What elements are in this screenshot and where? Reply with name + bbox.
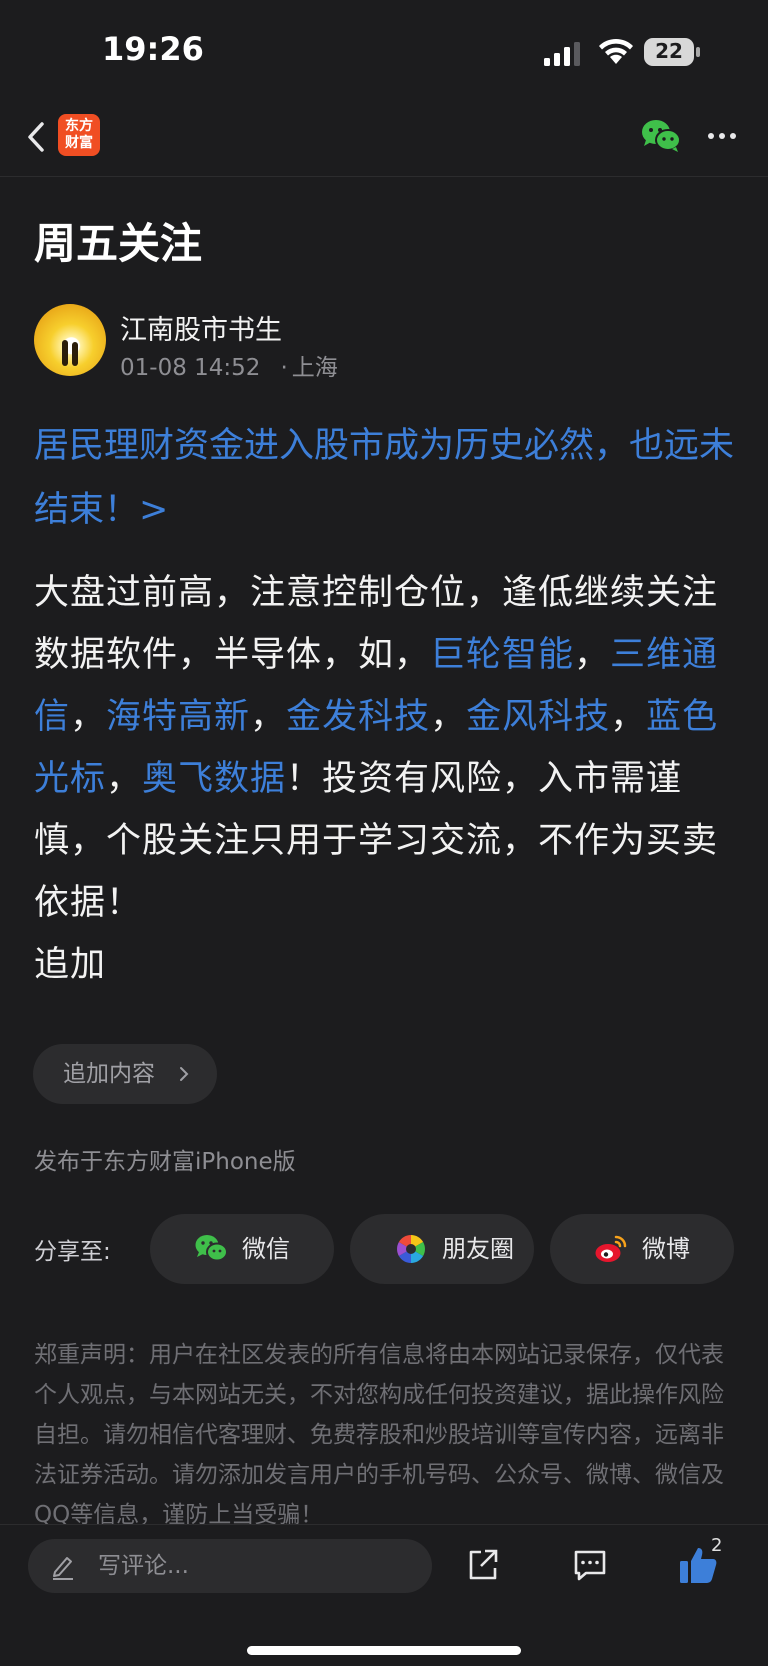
pen-icon	[53, 1557, 73, 1580]
post-datetime: 01-08 14:52	[120, 355, 261, 381]
post-meta: 01-08 14:52 · 上海	[120, 348, 338, 382]
separator: ，	[106, 759, 143, 799]
wechat-icon[interactable]	[640, 118, 682, 154]
stock-link[interactable]: 金发科技	[286, 697, 430, 737]
share-wechat-label: 微信	[242, 1235, 290, 1263]
author-name[interactable]: 江南股市书生	[120, 308, 282, 347]
wechat-icon	[195, 1235, 228, 1262]
separator: ，	[610, 697, 647, 737]
logo-line-2: 财富	[65, 135, 93, 151]
post-location: 上海	[291, 355, 338, 381]
author-row[interactable]: 江南股市书生 01-08 14:52 · 上海	[34, 304, 734, 381]
stock-link[interactable]: 金风科技	[466, 697, 610, 737]
avatar[interactable]	[34, 304, 106, 376]
like-count: 2	[711, 1535, 723, 1556]
separator: ，	[574, 635, 611, 675]
chevron-right-icon	[180, 1067, 189, 1081]
cellular-signal-icon	[544, 42, 580, 66]
wifi-icon	[599, 38, 633, 64]
back-arrow-icon[interactable]	[22, 116, 52, 158]
moments-icon	[397, 1235, 425, 1263]
more-icon[interactable]	[706, 122, 738, 150]
eastmoney-logo: 东方 财富	[58, 114, 100, 156]
bottom-action-bar: 写评论... 2	[0, 1524, 768, 1666]
share-weibo-button[interactable]: 微博	[550, 1214, 734, 1284]
separator: ，	[70, 697, 107, 737]
battery-level: 22	[655, 39, 683, 63]
status-bar: 19:26 22	[0, 0, 768, 100]
weibo-icon	[595, 1235, 627, 1262]
post-body: 大盘过前高，注意控制仓位，逢低继续关注数据软件，半导体，如，巨轮智能，三维通信，…	[34, 562, 738, 996]
stock-link[interactable]: 奥飞数据	[142, 759, 286, 799]
separator: ，	[250, 697, 287, 737]
append-content-label: 追加内容	[63, 1061, 155, 1087]
share-moments-button[interactable]: 朋友圈	[350, 1214, 534, 1284]
comment-placeholder: 写评论...	[98, 1553, 189, 1579]
linked-article-link[interactable]: 居民理财资金进入股市成为历史必然，也远未结束！>	[34, 414, 734, 542]
battery-icon: 22	[644, 38, 700, 66]
stock-link[interactable]: 巨轮智能	[430, 635, 574, 675]
separator: ，	[430, 697, 467, 737]
meta-separator: ·	[280, 355, 288, 381]
comment-icon[interactable]	[572, 1547, 608, 1583]
share-out-icon[interactable]	[466, 1547, 500, 1583]
share-label: 分享至:	[34, 1239, 111, 1265]
stock-link[interactable]: 海特高新	[106, 697, 250, 737]
home-indicator[interactable]	[247, 1646, 521, 1655]
status-time: 19:26	[102, 30, 204, 68]
logo-line-1: 东方	[65, 118, 93, 134]
body-addendum: 追加	[34, 945, 107, 985]
append-content-button[interactable]: 追加内容	[33, 1044, 217, 1104]
nav-bar: 东方 财富	[0, 100, 768, 177]
share-weibo-label: 微博	[642, 1235, 690, 1263]
post-source: 发布于东方财富iPhone版	[34, 1149, 296, 1175]
disclaimer: 郑重声明：用户在社区发表的所有信息将由本网站记录保存，仅代表个人观点，与本网站无…	[34, 1342, 724, 1528]
post-title: 周五关注	[34, 219, 203, 268]
share-wechat-button[interactable]: 微信	[150, 1214, 334, 1284]
comment-input[interactable]: 写评论...	[28, 1539, 432, 1593]
share-moments-label: 朋友圈	[442, 1235, 514, 1263]
